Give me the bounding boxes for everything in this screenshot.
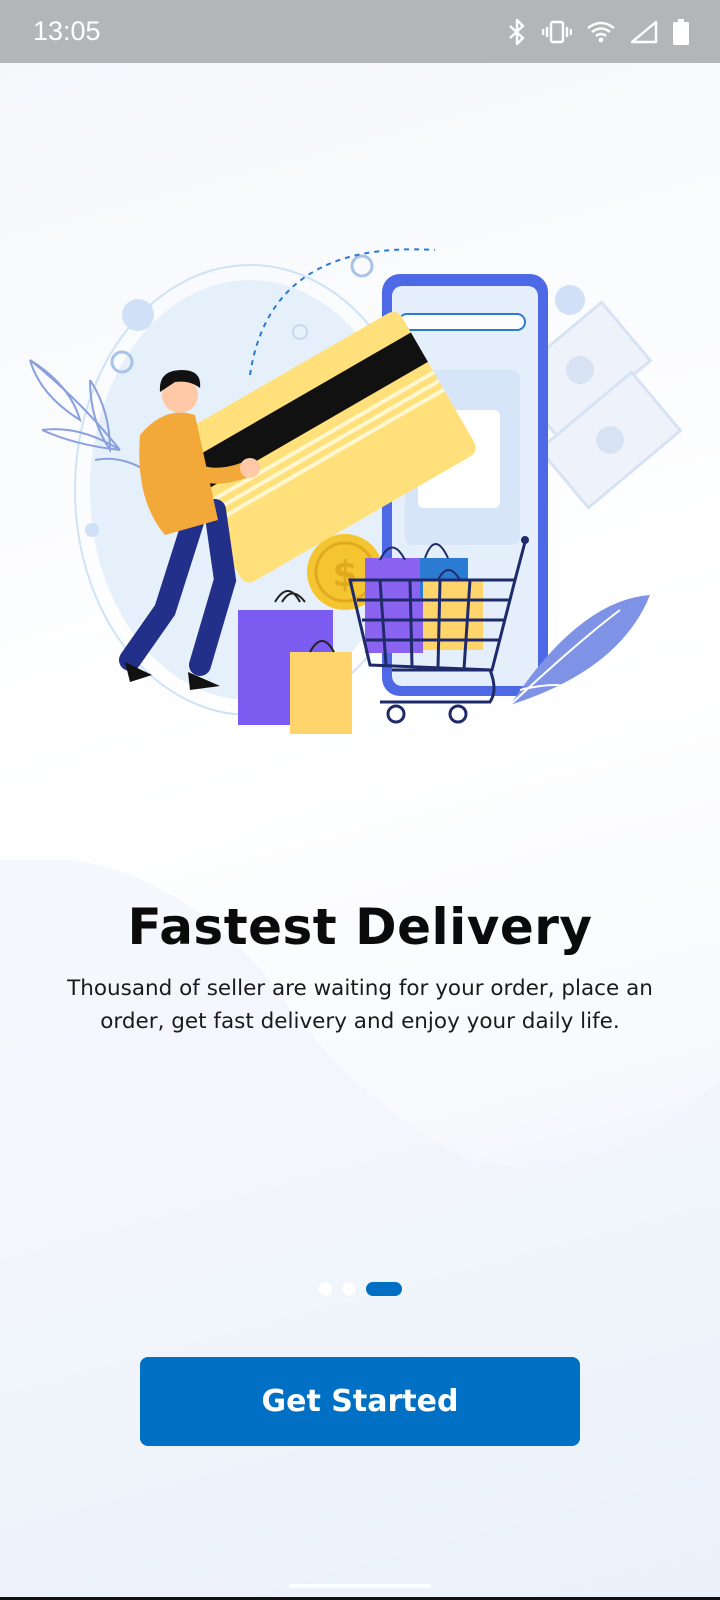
bluetooth-icon	[509, 18, 525, 45]
status-time: 13:05	[33, 16, 101, 46]
vibrate-icon	[542, 20, 572, 43]
background-wave	[0, 860, 720, 1600]
page-dot-3-active[interactable]	[366, 1282, 402, 1296]
page-dot-2[interactable]	[342, 1282, 356, 1296]
get-started-button[interactable]: Get Started	[140, 1357, 580, 1446]
onboarding-description: Thousand of seller are waiting for your …	[67, 976, 653, 1034]
onboarding-title: Fastest Delivery	[127, 898, 593, 956]
svg-text:$: $	[332, 554, 357, 595]
page-dot-1[interactable]	[318, 1282, 332, 1296]
battery-icon	[673, 18, 689, 45]
home-indicator[interactable]	[289, 1584, 431, 1588]
status-bar: 13:05	[0, 0, 720, 63]
signal-icon	[630, 20, 658, 43]
page-indicator	[0, 1282, 720, 1296]
wifi-icon	[587, 21, 615, 42]
shopping-illustration: $	[29, 248, 683, 734]
status-icons	[506, 18, 690, 46]
